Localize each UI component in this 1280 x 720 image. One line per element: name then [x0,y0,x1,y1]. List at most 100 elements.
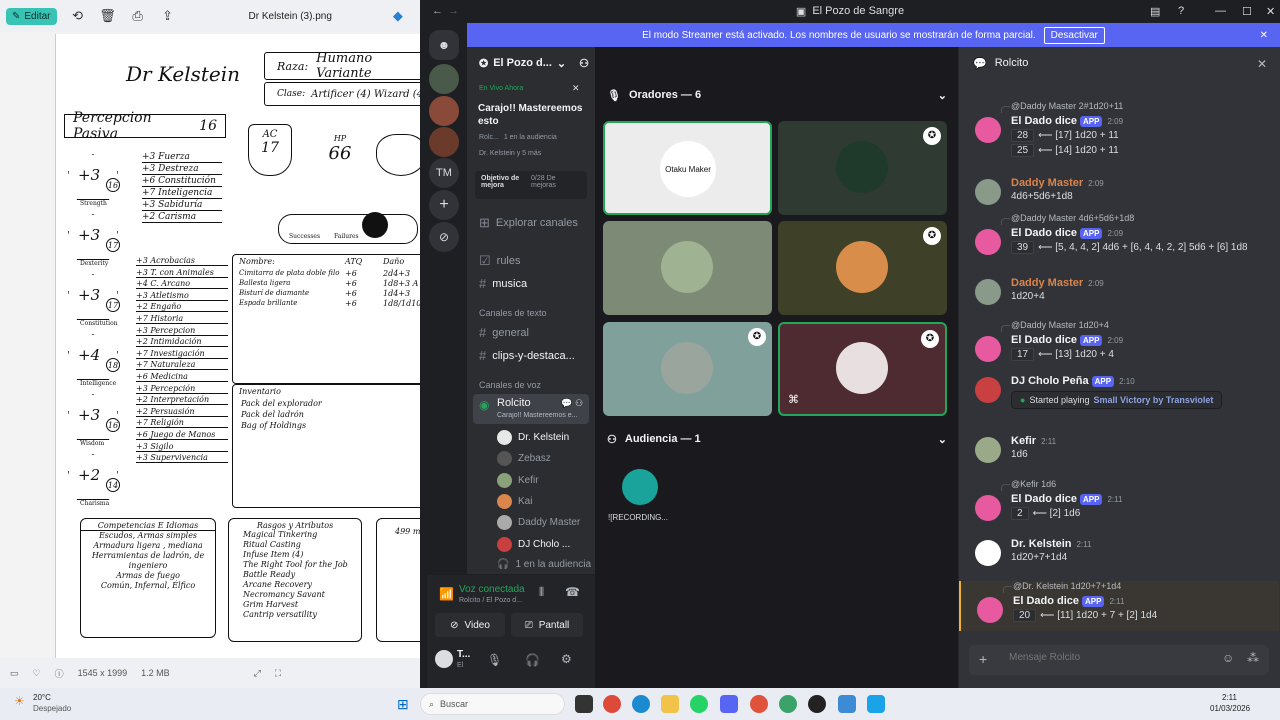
voice-category[interactable]: Canales de voz [479,380,541,390]
speaker-tile-otaku[interactable]: Otaku Maker [603,121,772,215]
speaker-tile-3[interactable] [603,221,772,315]
reply-preview[interactable]: @Daddy Master 2#1d20+11 [1000,101,1123,113]
server-icon-1[interactable] [429,64,459,94]
speaker-tile-6[interactable]: ✪ ⌘ [778,322,947,416]
explore-channels[interactable]: ⊞ Explorar canales [479,215,578,231]
print-icon[interactable]: ⎙ [129,7,147,25]
server-header[interactable]: ✪ El Pozo d... ⌄ ⚇ [479,57,589,70]
text-category[interactable]: Canales de texto [479,308,547,318]
reply-preview[interactable]: @Dr. Kelstein 1d20+7+1d4 [1002,581,1121,593]
inbox-icon[interactable]: ▤ [1150,5,1160,18]
message-avatar[interactable] [975,229,1001,255]
disable-streamer-button[interactable]: Desactivar [1043,26,1105,44]
message-author[interactable]: Dr. Kelstein 2:11 [1011,538,1092,550]
message-author[interactable]: El Dado dice APP 2:11 [1013,595,1124,607]
server-icon-3[interactable] [429,127,459,157]
audience-avatar[interactable] [622,469,658,505]
channel-rules[interactable]: ☑ rules [479,253,521,269]
noise-icon[interactable]: ⫴ [539,585,544,600]
voice-channel-rolcito[interactable]: ◉ Rolcito Carajo!! Mastereemos e... 💬 ⚇ [473,394,589,424]
explorer-icon[interactable] [661,695,679,713]
voice-user[interactable]: DJ Cholo ... [497,536,570,552]
filmstrip-icon[interactable]: ▭ [10,668,19,679]
edge-icon[interactable] [632,695,650,713]
reply-preview[interactable]: @Daddy Master 1d20+4 [1001,320,1109,332]
message-avatar[interactable] [975,117,1001,143]
minimize-icon[interactable]: — [1215,5,1226,17]
add-server-icon[interactable]: + [429,190,459,220]
obs-icon[interactable] [808,695,826,713]
speakers-header[interactable]: 🎙 Oradores — 6 ⌄ [607,89,947,102]
message-author[interactable]: El Dado dice APP 2:11 [1011,493,1122,505]
voice-user[interactable]: Daddy Master [497,515,580,531]
help-icon[interactable]: ? [1178,5,1184,17]
screen-share-button[interactable]: ⎚ Pantall [511,613,583,637]
forward-icon[interactable]: → [448,5,459,17]
video-button[interactable]: ⊘ Video [435,613,505,637]
headset-icon[interactable]: 🎧 [525,653,540,667]
server-tm[interactable]: TM [429,158,459,188]
message-author[interactable]: El Dado dice APP 2:09 [1011,334,1123,346]
photos-icon[interactable] [838,695,856,713]
discord-taskbar-icon[interactable] [720,695,738,713]
rotate-icon[interactable]: ⟲ [69,7,87,25]
chat-bubble-icon[interactable]: 💬 [561,398,572,409]
windows-start-icon[interactable]: ⊞ [397,696,409,713]
delete-icon[interactable]: 🗑 [99,7,117,25]
message-author[interactable]: El Dado dice APP 2:09 [1011,115,1123,127]
message-avatar[interactable] [975,279,1001,305]
user-avatar[interactable] [435,650,453,668]
add-attachment-icon[interactable]: + [979,651,987,667]
edit-button[interactable]: ✎ Editar [6,7,57,25]
voice-user[interactable]: Zebasz [497,451,551,467]
reply-preview[interactable]: @Kefir 1d6 [1000,479,1056,491]
microphone-icon[interactable]: 🎙 [487,653,502,667]
boost-goal[interactable]: Objetivo de mejora 0/28 De mejoras [475,171,587,199]
voice-user[interactable]: Kefir [497,472,539,488]
server-icon-2[interactable] [429,96,459,126]
message-avatar[interactable] [975,495,1001,521]
message-author[interactable]: Kefir 2:11 [1011,435,1056,447]
event-title[interactable]: Carajo!! Mastereemos esto [478,102,588,128]
whatsapp-icon[interactable] [690,695,708,713]
share-icon[interactable]: ⇪ [159,7,177,25]
emoji-icon[interactable]: ☺ [1222,651,1234,665]
speaker-tile-5[interactable]: ✪ [603,322,772,416]
message-author[interactable]: Daddy Master 2:09 [1011,277,1104,289]
reply-preview[interactable]: @Daddy Master 4d6+5d6+1d8 [1000,213,1134,225]
voice-user[interactable]: Dr. Kelstein [497,430,569,445]
apps-icon[interactable]: ⁂ [1247,651,1259,665]
calculator-icon[interactable] [867,695,885,713]
add-member-icon[interactable]: ⚇ [579,57,589,70]
chrome-profile-2-icon[interactable] [779,695,797,713]
back-icon[interactable]: ← [432,5,443,17]
audience-header[interactable]: ⚇ Audiencia — 1 ⌄ [607,433,947,446]
message-avatar[interactable] [975,179,1001,205]
close-window-icon[interactable]: ✕ [1266,5,1275,18]
close-banner-icon[interactable]: ✕ [1260,30,1268,41]
chrome-profile-icon[interactable] [750,695,768,713]
info-icon[interactable]: ⓘ [55,667,64,680]
taskview-icon[interactable] [575,695,593,713]
message-avatar[interactable] [975,437,1001,463]
invite-icon[interactable]: ⚇ [575,398,583,409]
message-input[interactable] [1009,652,1209,663]
discord-home-icon[interactable]: ☻ [429,30,459,60]
disconnect-icon[interactable]: ☎ [565,585,580,599]
message-author[interactable]: Daddy Master 2:09 [1011,177,1104,189]
channel-clips[interactable]: # clips-y-destaca... [479,348,575,363]
message-author[interactable]: El Dado dice APP 2:09 [1011,227,1123,239]
maximize-icon[interactable]: ☐ [1242,5,1252,18]
activity-link[interactable]: Small Victory by Transviolet [1093,395,1213,405]
chrome-icon[interactable] [603,695,621,713]
close-event-icon[interactable]: ✕ [572,83,580,94]
channel-musica[interactable]: # musica [479,276,527,291]
channel-general[interactable]: # general [479,325,529,340]
message-avatar[interactable] [975,377,1001,403]
fit-icon[interactable]: ⤢ [254,668,261,679]
message-author[interactable]: DJ Cholo Peña APP 2:10 [1011,375,1135,387]
close-chat-icon[interactable]: ✕ [1257,57,1267,71]
message-avatar[interactable] [975,540,1001,566]
favorite-icon[interactable]: ♡ [33,668,41,679]
message-avatar[interactable] [975,336,1001,362]
